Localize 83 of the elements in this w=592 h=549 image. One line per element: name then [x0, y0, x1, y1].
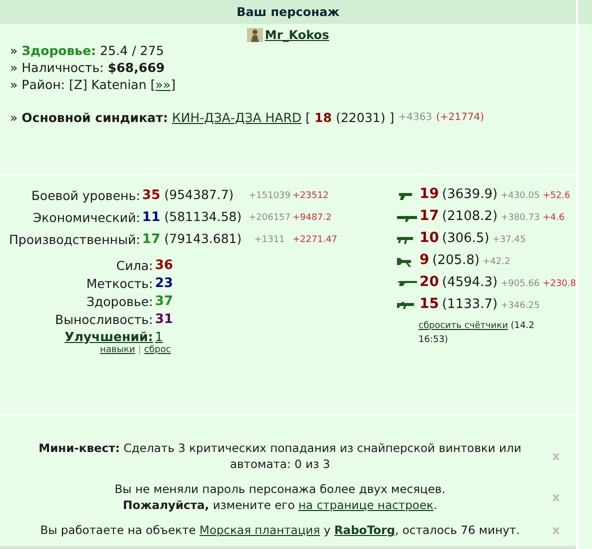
weapon-points: (3639.9)	[442, 186, 498, 204]
level-points: (79143.681)	[164, 231, 242, 246]
weapon-points: (306.5)	[442, 230, 490, 248]
upgrades-link[interactable]: Улучшений:	[64, 329, 153, 344]
level-points: (581134.58)	[164, 209, 242, 224]
info-label: Район:	[22, 76, 66, 93]
notice-link[interactable]: на странице настроек	[298, 498, 434, 512]
weapon-points: (2108.2)	[442, 208, 498, 226]
bracket: [	[150, 77, 156, 92]
weapon-gain: +42.2	[482, 256, 510, 269]
weapon-gain: +430.05	[500, 190, 540, 203]
level-points: (954387.7)	[164, 187, 234, 202]
stat-value: 36	[155, 258, 174, 273]
syndicate-link[interactable]: КИН-ДЗА-ДЗА HARD	[172, 109, 302, 126]
reset-text: сбросить счётчики (14.2 16:53)	[418, 321, 534, 345]
info-value: 25.4 / 275	[100, 42, 164, 59]
level-label: Экономический:	[32, 210, 140, 224]
level-gain: +206157	[248, 213, 291, 223]
weapon-extra: +4.6	[542, 212, 565, 225]
separator: |	[138, 345, 142, 355]
stat-label: Меткость:	[86, 276, 153, 290]
skills-link[interactable]: навыки	[100, 345, 136, 355]
notice-text: Вы работаете на объекте Морская плантация у RaboTorg, осталось 76 минут.	[39, 522, 521, 538]
bullet: »	[10, 109, 18, 126]
weapon-points: (4594.3)	[442, 274, 498, 292]
side-panel-header	[578, 0, 592, 24]
stat-value: 23	[155, 276, 174, 291]
weapon-gain: +37.45	[492, 234, 526, 247]
bullet: »	[10, 76, 18, 93]
syndicate-extra: (+21774)	[436, 111, 484, 125]
level-value: 11	[142, 210, 160, 225]
level-extra: +23512	[292, 191, 329, 201]
level-extra: +9487.2	[292, 213, 332, 223]
level-gain: +1311	[254, 235, 285, 245]
reset-counters-link[interactable]: сбросить счётчики	[418, 321, 508, 331]
info-value: $68,669	[108, 59, 165, 76]
weapon-points: (1133.7)	[442, 296, 498, 314]
weapon-extra: +230.8	[542, 278, 576, 291]
stat-label: Выносливость:	[55, 312, 153, 326]
stat-label: Сила:	[116, 258, 153, 272]
level-label: Боевой уровень:	[31, 188, 140, 202]
notice-link[interactable]: RaboTorg	[334, 523, 396, 537]
notice-text: Вы не меняли пароль персонажа более двух месяцев. Пожалуйста, измените его на странице настроек.	[114, 481, 446, 513]
upgrades-count-link[interactable]: 1	[155, 329, 163, 344]
notice-text: Мини-квест: Сделать 3 критических попадания из снайперской винтовки или автомата: 0 из 3	[38, 440, 522, 472]
stat-label: Здоровье:	[86, 294, 153, 308]
weapon-points: (205.8)	[432, 252, 480, 270]
panel-title: Ваш персонаж	[236, 5, 340, 19]
syndicate-gain: +4363	[398, 111, 432, 125]
weapon-gain: +346.25	[500, 300, 540, 313]
level-label: Производственный:	[9, 232, 140, 246]
bracket: ]	[389, 109, 394, 126]
level-gain: +151039	[248, 191, 291, 201]
syndicate-label: Основной синдикат:	[22, 109, 168, 126]
weapon-level: 10	[420, 229, 439, 248]
weapon-level: 20	[420, 273, 439, 292]
weapon-level: 19	[420, 185, 439, 204]
avatar-icon	[246, 28, 263, 42]
info-value: [Z] Katenian	[69, 76, 147, 93]
character-name-link[interactable]: Mr_Kokos	[264, 28, 330, 42]
weapon-gain: +905.66	[500, 278, 540, 291]
syndicate-points: (22031)	[336, 109, 386, 126]
level-extra: +2271.47	[292, 235, 338, 245]
stat-value: 31	[155, 312, 174, 327]
district-link[interactable]: »»	[155, 77, 171, 92]
gun-icon	[396, 300, 417, 310]
weapon-level: 17	[420, 207, 439, 226]
weapon-extra: +52.6	[542, 190, 570, 203]
notice-link[interactable]: Морская плантация	[200, 523, 320, 537]
bullet: »	[10, 59, 18, 76]
info-label: Наличность:	[22, 59, 104, 76]
weapon-gain: +380.73	[500, 212, 540, 225]
bullet: »	[10, 42, 18, 59]
level-value: 35	[142, 188, 160, 203]
level-value: 17	[142, 232, 160, 247]
weapon-level: 9	[420, 251, 430, 270]
bracket: [	[306, 109, 310, 126]
bracket: ]	[170, 77, 176, 92]
weapon-level: 15	[420, 295, 439, 314]
info-label: Здоровье:	[22, 42, 96, 59]
syndicate-level: 18	[314, 109, 332, 126]
stat-value: 37	[155, 294, 174, 309]
reset-link[interactable]: сброс	[144, 345, 171, 355]
